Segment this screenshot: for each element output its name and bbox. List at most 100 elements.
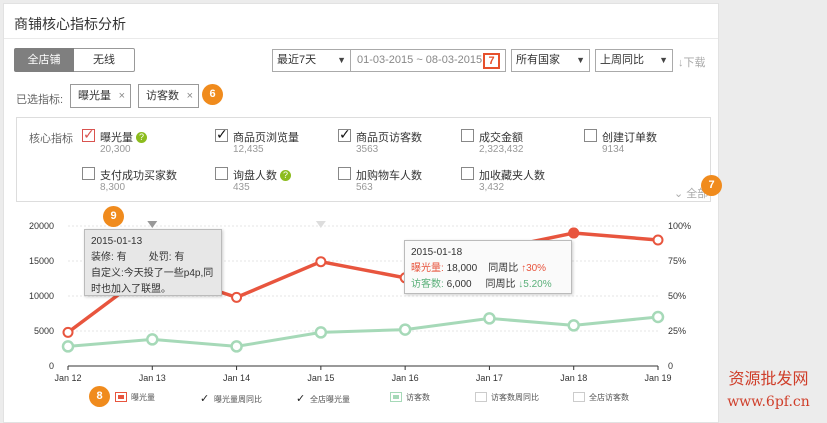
metric-name: 加购物车人数 xyxy=(356,170,422,182)
metric-favorites[interactable]: 加收藏夹人数 3,432 xyxy=(461,167,579,197)
period-select[interactable]: 最近7天 ▼ xyxy=(272,49,351,72)
data-point xyxy=(231,291,243,303)
step-badge-8: 8 xyxy=(89,386,110,407)
chevron-down-icon: ▼ xyxy=(659,55,668,65)
x-tick-label: Jan 13 xyxy=(139,373,166,383)
metric-orders[interactable]: 创建订单数 9134 xyxy=(584,129,702,159)
x-tick-label: Jan 16 xyxy=(392,373,419,383)
tooltip-row-exposure: 曝光量: 18,000 同周比 ↑30% xyxy=(411,263,547,274)
metric-gmv[interactable]: 成交金额 2,323,432 xyxy=(461,129,579,159)
step-badge-9: 9 xyxy=(103,206,124,227)
data-point xyxy=(651,310,665,324)
metric-value: 9134 xyxy=(602,144,625,155)
data-point xyxy=(61,340,75,353)
metric-name: 加收藏夹人数 xyxy=(479,170,545,182)
metric-name: 询盘人数? xyxy=(233,167,291,183)
chip-visitors: 访客数 × xyxy=(138,84,199,108)
chevron-down-icon: ▼ xyxy=(337,55,346,65)
metric-name: 成交金额 xyxy=(479,132,523,144)
chip-label: 曝光量 xyxy=(78,90,111,102)
tooltip-line: 时也加入了联盟。 xyxy=(91,284,171,295)
metric-exposure[interactable]: 曝光量? 20,300 xyxy=(82,126,200,159)
y-tick-label-left: 20000 xyxy=(29,221,54,231)
checkbox[interactable] xyxy=(584,129,597,142)
y-tick-label-left: 15000 xyxy=(29,256,54,266)
checkbox[interactable] xyxy=(338,126,351,143)
y-tick-label-left: 5000 xyxy=(34,326,54,336)
x-tick-label: Jan 14 xyxy=(223,373,250,383)
highlight-point xyxy=(568,227,580,239)
x-tick-label: Jan 19 xyxy=(644,373,671,383)
divider xyxy=(4,38,718,39)
checkbox[interactable] xyxy=(338,167,351,180)
date-range-field[interactable]: 01-03-2015 ~ 08-03-2015 7 xyxy=(351,49,506,72)
y-tick-label-left: 0 xyxy=(49,361,54,371)
x-tick-label: Jan 17 xyxy=(476,373,503,383)
data-point xyxy=(398,323,412,336)
close-icon[interactable]: × xyxy=(119,85,125,107)
chip-label: 访客数 xyxy=(146,90,179,102)
help-icon[interactable]: ? xyxy=(136,132,147,143)
watermark-url: www.6pf.cn xyxy=(727,394,810,410)
y-tick-label-right: 100% xyxy=(668,221,691,231)
calendar-icon[interactable]: 7 xyxy=(483,53,500,69)
country-select[interactable]: 所有国家 ▼ xyxy=(511,49,590,72)
annotation-marker xyxy=(315,221,326,228)
close-icon[interactable]: × xyxy=(187,85,193,107)
metric-add-to-cart[interactable]: 加购物车人数 563 xyxy=(338,167,456,197)
checkbox[interactable] xyxy=(82,167,95,180)
date-range-value: 01-03-2015 ~ 08-03-2015 xyxy=(357,54,483,66)
country-value: 所有国家 xyxy=(516,54,560,66)
watermark-text: 资源批发网 xyxy=(728,371,809,388)
checkbox[interactable] xyxy=(461,167,474,180)
y-tick-label-right: 25% xyxy=(668,326,686,336)
legend-visitors-wow[interactable]: 访客数周同比 xyxy=(475,392,539,406)
tooltip-line: 装修: 有 处罚: 有 xyxy=(91,252,185,263)
compare-select[interactable]: 上周同比 ▼ xyxy=(595,49,673,72)
data-point xyxy=(483,312,496,325)
tab-all-store[interactable]: 全店铺 xyxy=(14,48,74,72)
data-point xyxy=(314,326,328,339)
legend-store-visitors[interactable]: 全店访客数 xyxy=(573,392,629,406)
metric-value: 563 xyxy=(356,182,373,193)
metric-name: 创建订单数 xyxy=(602,132,657,144)
x-tick-label: Jan 12 xyxy=(54,373,81,383)
annotation-tooltip: 2015-01-13 装修: 有 处罚: 有 自定义:今天投了一些p4p,同 时… xyxy=(84,229,222,296)
legend-exposure[interactable]: 曝光量 xyxy=(115,392,155,406)
metric-value: 12,435 xyxy=(233,144,264,155)
metric-page-visitors[interactable]: 商品页访客数 3563 xyxy=(338,126,456,159)
x-tick-label: Jan 15 xyxy=(307,373,334,383)
download-link[interactable]: ↓下载 xyxy=(678,54,706,70)
legend-store-exposure[interactable]: ✓ 全店曝光量 xyxy=(296,392,350,406)
y-tick-label-right: 50% xyxy=(668,291,686,301)
data-point xyxy=(652,234,664,246)
legend-visitors[interactable]: 访客数 xyxy=(390,392,430,406)
metric-page-views[interactable]: 商品页浏览量 12,435 xyxy=(215,126,333,159)
core-metrics-label: 核心指标 xyxy=(29,133,73,145)
scope-toggle: 全店铺 无线 xyxy=(14,48,135,72)
help-icon[interactable]: ? xyxy=(280,170,291,181)
chip-exposure: 曝光量 × xyxy=(70,84,131,108)
tab-wireless[interactable]: 无线 xyxy=(74,48,135,72)
metric-paid-buyers[interactable]: 支付成功买家数 8,300 xyxy=(82,167,200,197)
metric-name: 曝光量? xyxy=(100,129,147,145)
core-metrics-box: 核心指标 曝光量? 20,300 商品页浏览量 12,435 商品页访客数 35… xyxy=(16,117,711,202)
metric-value: 2,323,432 xyxy=(479,144,524,155)
page-title: 商铺核心指标分析 xyxy=(14,16,126,32)
selected-metrics-label: 已选指标: xyxy=(16,94,64,106)
chevron-down-icon: ▼ xyxy=(576,55,585,65)
x-tick-label: Jan 18 xyxy=(560,373,587,383)
legend-exposure-wow[interactable]: ✓ 曝光量周同比 xyxy=(200,392,262,406)
metric-name: 商品页访客数 xyxy=(356,132,422,144)
metric-value: 20,300 xyxy=(100,144,131,155)
data-point xyxy=(315,256,327,268)
metric-value: 3,432 xyxy=(479,182,505,193)
checkbox[interactable] xyxy=(82,126,95,143)
checkbox[interactable] xyxy=(461,129,474,142)
checkbox[interactable] xyxy=(215,126,228,143)
metric-inquiries[interactable]: 询盘人数? 435 xyxy=(215,167,333,197)
tooltip-date: 2015-01-13 xyxy=(91,236,143,247)
data-point xyxy=(146,333,159,346)
metric-value: 3563 xyxy=(356,144,379,155)
checkbox[interactable] xyxy=(215,167,228,180)
